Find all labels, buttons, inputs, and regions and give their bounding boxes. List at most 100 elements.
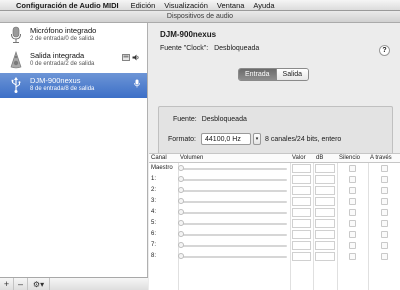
value-field[interactable] bbox=[292, 186, 311, 195]
mute-checkbox[interactable] bbox=[349, 253, 356, 260]
mute-checkbox[interactable] bbox=[349, 165, 356, 172]
tab-entrada[interactable]: Entrada bbox=[239, 69, 276, 80]
header-a-traves[interactable]: A través bbox=[370, 155, 392, 161]
source-value: Desbloqueada bbox=[201, 116, 247, 123]
volume-slider-track[interactable] bbox=[181, 201, 287, 203]
volume-slider-knob[interactable] bbox=[178, 176, 184, 182]
volume-slider-track[interactable] bbox=[181, 212, 287, 214]
value-field[interactable] bbox=[292, 164, 311, 173]
channel-label: 1: bbox=[151, 176, 157, 182]
header-volumen[interactable]: Volumen bbox=[180, 155, 203, 161]
value-field[interactable] bbox=[292, 175, 311, 184]
table-row: Maestro bbox=[149, 163, 400, 174]
volume-slider-knob[interactable] bbox=[178, 242, 184, 248]
remove-device-button[interactable]: – bbox=[14, 278, 28, 290]
value-field[interactable] bbox=[292, 208, 311, 217]
help-button[interactable]: ? bbox=[379, 45, 390, 56]
menu-edicion[interactable]: Edición bbox=[131, 1, 156, 10]
mute-checkbox[interactable] bbox=[349, 231, 356, 238]
volume-slider-track[interactable] bbox=[181, 245, 287, 247]
db-field[interactable] bbox=[315, 219, 335, 228]
volume-slider-track[interactable] bbox=[181, 179, 287, 181]
volume-slider-track[interactable] bbox=[181, 234, 287, 236]
sample-rate-select[interactable]: 44100,0 Hz bbox=[201, 133, 252, 145]
gear-menu-button[interactable]: ⚙▾ bbox=[28, 278, 50, 290]
thru-checkbox[interactable] bbox=[381, 242, 388, 249]
thru-checkbox[interactable] bbox=[381, 220, 388, 227]
volume-slider-track[interactable] bbox=[181, 190, 287, 192]
sample-rate-dropdown-arrow[interactable]: ▾ bbox=[253, 133, 262, 145]
usb-icon bbox=[11, 77, 21, 93]
device-item-djm-900nexus[interactable]: DJM-900nexus 8 de entrada/8 de salida bbox=[0, 73, 147, 98]
device-detail-panel: DJM-900nexus Fuente "Clock": Desbloquead… bbox=[149, 23, 400, 290]
sidebar-toolbar: + – ⚙▾ bbox=[0, 277, 148, 290]
input-output-tabs: Entrada Salida bbox=[238, 68, 309, 81]
mute-checkbox[interactable] bbox=[349, 220, 356, 227]
value-field[interactable] bbox=[292, 219, 311, 228]
mute-checkbox[interactable] bbox=[349, 242, 356, 249]
db-field[interactable] bbox=[315, 252, 335, 261]
value-field[interactable] bbox=[292, 241, 311, 250]
thru-checkbox[interactable] bbox=[381, 198, 388, 205]
table-row: 6: bbox=[149, 229, 400, 240]
mute-checkbox[interactable] bbox=[349, 176, 356, 183]
volume-slider-track[interactable] bbox=[181, 256, 287, 258]
device-list: Micrófono integrado 2 de entrada/0 de sa… bbox=[0, 23, 148, 290]
volume-slider-knob[interactable] bbox=[178, 253, 184, 259]
clock-source-value: Desbloqueada bbox=[214, 45, 260, 52]
device-item-builtin-output[interactable]: Salida integrada 0 de entrada/2 de salid… bbox=[0, 48, 147, 73]
table-row: 1: bbox=[149, 174, 400, 185]
device-title: DJM-900nexus bbox=[160, 30, 217, 39]
table-row: 4: bbox=[149, 207, 400, 218]
db-field[interactable] bbox=[315, 186, 335, 195]
device-channels: 2 de entrada/0 de salida bbox=[30, 36, 95, 42]
sample-rate-value: 44100,0 Hz bbox=[205, 135, 241, 143]
menu-ayuda[interactable]: Ayuda bbox=[253, 1, 274, 10]
thru-checkbox[interactable] bbox=[381, 253, 388, 260]
header-valor[interactable]: Valor bbox=[292, 155, 306, 161]
volume-slider-knob[interactable] bbox=[178, 198, 184, 204]
header-canal[interactable]: Canal bbox=[151, 155, 167, 161]
value-field[interactable] bbox=[292, 252, 311, 261]
table-row: 7: bbox=[149, 240, 400, 251]
db-field[interactable] bbox=[315, 208, 335, 217]
volume-slider-knob[interactable] bbox=[178, 231, 184, 237]
thru-checkbox[interactable] bbox=[381, 231, 388, 238]
mute-checkbox[interactable] bbox=[349, 198, 356, 205]
channel-label: 6: bbox=[151, 231, 157, 237]
thru-checkbox[interactable] bbox=[381, 176, 388, 183]
device-item-builtin-mic[interactable]: Micrófono integrado 2 de entrada/0 de sa… bbox=[0, 23, 147, 48]
value-field[interactable] bbox=[292, 230, 311, 239]
db-field[interactable] bbox=[315, 230, 335, 239]
volume-slider-knob[interactable] bbox=[178, 209, 184, 215]
volume-icon bbox=[132, 54, 139, 61]
volume-slider-knob[interactable] bbox=[178, 165, 184, 171]
thru-checkbox[interactable] bbox=[381, 187, 388, 194]
menu-visualizacion[interactable]: Visualización bbox=[164, 1, 208, 10]
device-channels: 0 de entrada/2 de salida bbox=[30, 61, 95, 67]
db-field[interactable] bbox=[315, 241, 335, 250]
channel-rows: Maestro 1: 2: 3: 4: 5: 6: 7: 8: bbox=[149, 163, 400, 262]
mute-checkbox[interactable] bbox=[349, 187, 356, 194]
channel-label: 5: bbox=[151, 220, 157, 226]
menu-app-name[interactable]: Configuración de Audio MIDI bbox=[16, 1, 119, 10]
add-device-button[interactable]: + bbox=[0, 278, 14, 290]
header-db[interactable]: dB bbox=[316, 155, 323, 161]
mute-checkbox[interactable] bbox=[349, 209, 356, 216]
device-channels: 8 de entrada/8 de salida bbox=[30, 86, 95, 92]
thru-checkbox[interactable] bbox=[381, 165, 388, 172]
device-name: Salida integrada bbox=[30, 51, 85, 60]
db-field[interactable] bbox=[315, 164, 335, 173]
volume-slider-track[interactable] bbox=[181, 168, 287, 170]
volume-slider-knob[interactable] bbox=[178, 220, 184, 226]
header-silencio[interactable]: Silencio bbox=[339, 155, 360, 161]
value-field[interactable] bbox=[292, 197, 311, 206]
volume-slider-knob[interactable] bbox=[178, 187, 184, 193]
volume-slider-track[interactable] bbox=[181, 223, 287, 225]
db-field[interactable] bbox=[315, 175, 335, 184]
device-status-icons bbox=[122, 54, 140, 61]
db-field[interactable] bbox=[315, 197, 335, 206]
menu-ventana[interactable]: Ventana bbox=[217, 1, 245, 10]
thru-checkbox[interactable] bbox=[381, 209, 388, 216]
tab-salida[interactable]: Salida bbox=[275, 69, 308, 80]
